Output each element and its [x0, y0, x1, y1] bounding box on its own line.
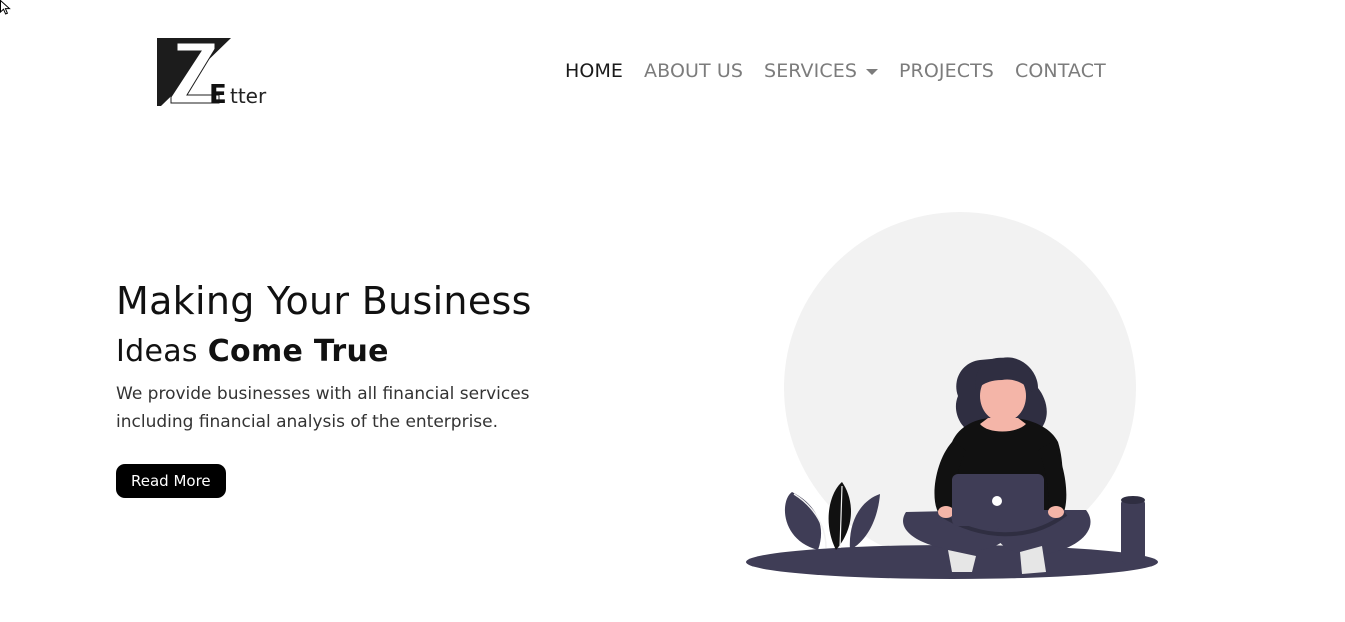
nav-about-us[interactable]: ABOUT US — [644, 60, 743, 82]
mouse-pointer-icon — [0, 0, 11, 15]
nav-home[interactable]: HOME — [565, 60, 623, 82]
nav-projects-label: PROJECTS — [899, 60, 994, 82]
main-nav: HOME ABOUT US SERVICES PROJECTS CONTACT — [565, 60, 1106, 82]
nav-contact-label: CONTACT — [1014, 60, 1106, 82]
nav-services-label: SERVICES — [764, 60, 857, 82]
speaker-icon — [1121, 496, 1145, 564]
nav-projects[interactable]: PROJECTS — [899, 60, 994, 82]
read-more-button[interactable]: Read More — [116, 464, 226, 498]
hero-subtitle-normal: Ideas — [116, 334, 198, 369]
svg-text:tter: tter — [230, 84, 267, 108]
woman-with-laptop-illustration — [746, 212, 1158, 579]
brand-logo[interactable]: E tter — [157, 37, 271, 110]
hero-description: We provide businesses with all financial… — [116, 384, 530, 432]
nav-services-dropdown[interactable]: SERVICES — [764, 60, 878, 82]
nav-about-us-label: ABOUT US — [644, 60, 744, 82]
hero-title: Making Your Business — [116, 279, 532, 323]
nav-home-label: HOME — [565, 60, 624, 82]
svg-text:E: E — [209, 80, 227, 109]
nav-contact[interactable]: CONTACT — [1015, 60, 1106, 82]
hero-subtitle: Ideas Come True — [116, 332, 389, 372]
zetter-logo: E tter — [157, 38, 267, 110]
caret-down-icon — [866, 69, 878, 75]
page: E tter HOME ABOUT US SERVICES PROJECTS C… — [0, 0, 1345, 622]
hero-subtitle-bold: Come True — [207, 334, 389, 369]
